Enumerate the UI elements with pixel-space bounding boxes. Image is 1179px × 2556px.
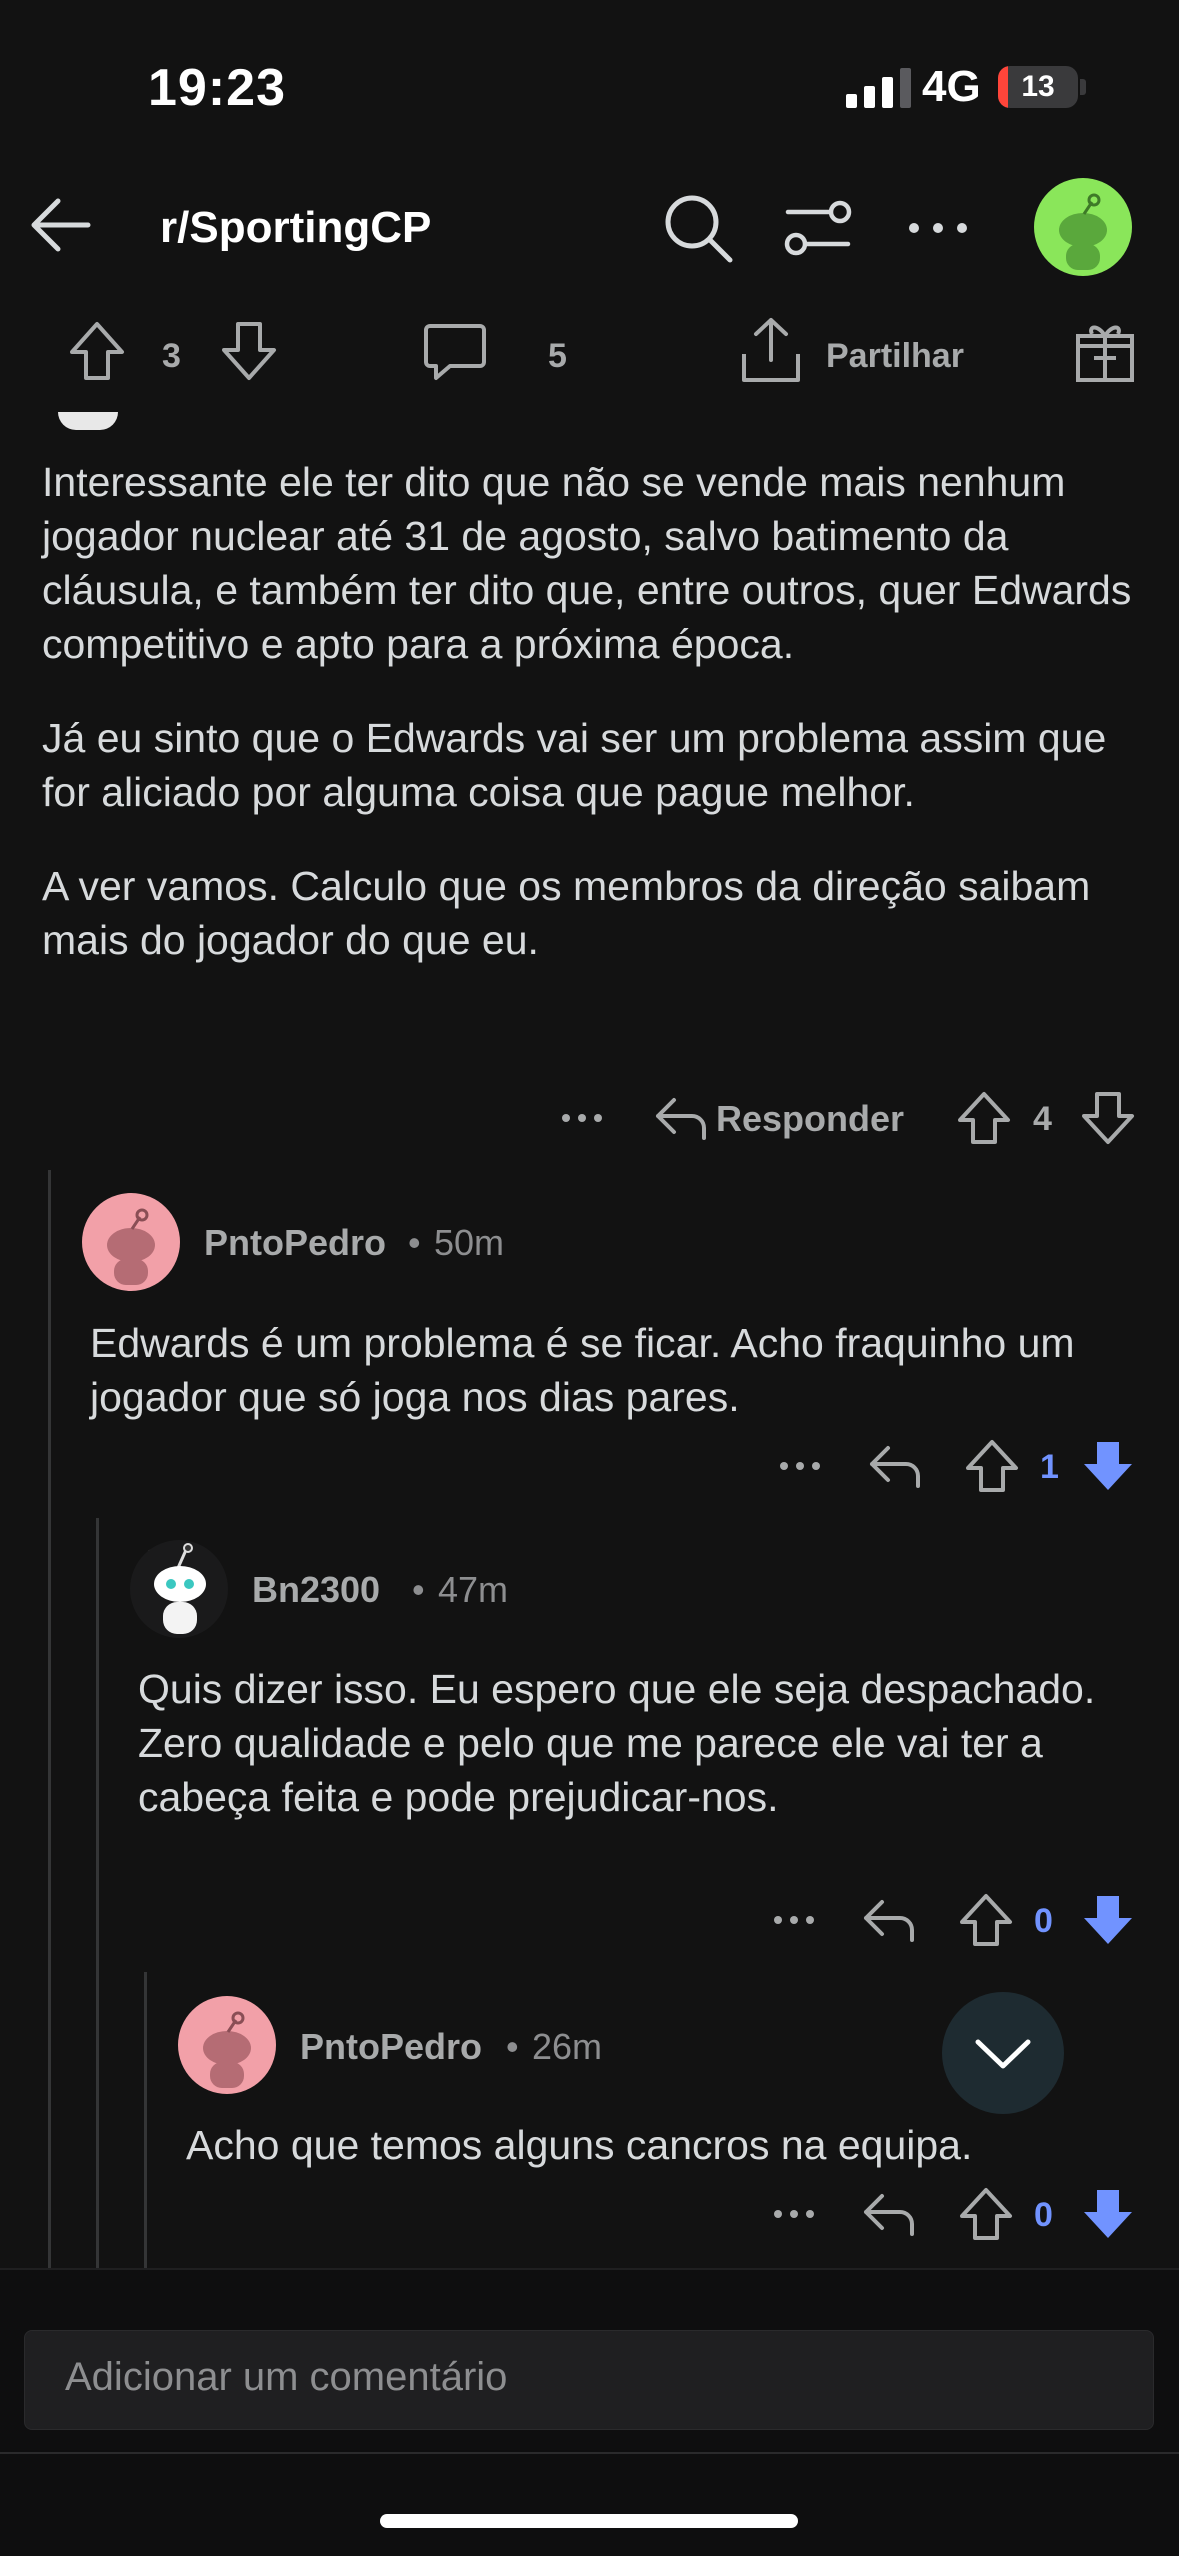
divider: [0, 2452, 1179, 2454]
comment-time: 26m: [532, 2026, 603, 2067]
partial-avatar: [58, 412, 118, 430]
upvote-icon[interactable]: [64, 318, 130, 384]
search-icon[interactable]: [658, 188, 738, 268]
filter-icon[interactable]: [778, 188, 858, 268]
thread-line: [48, 1170, 51, 2268]
comment-time: 50m: [434, 1222, 505, 1263]
separator-dot: •: [412, 1569, 425, 1610]
battery-level: 13: [1021, 70, 1055, 103]
user-avatar[interactable]: [1034, 178, 1132, 276]
upvote-icon[interactable]: [954, 1088, 1014, 1148]
cellular-signal-icon: [846, 68, 911, 108]
comment-username[interactable]: Bn2300: [252, 1569, 380, 1611]
comment-body: Edwards é um problema é se ficar. Acho f…: [90, 1320, 1075, 1420]
snoo-avatar-icon: [136, 1540, 206, 1634]
chevron-down-icon: [975, 2039, 1031, 2069]
snoo-avatar-icon: [203, 2011, 251, 2088]
comment-body: Acho que temos alguns cancros na equipa.: [186, 2122, 973, 2168]
avatar[interactable]: [178, 1996, 276, 2094]
battery-cap: [1080, 79, 1086, 95]
comment-paragraph: A ver vamos. Calculo que os membros da d…: [42, 863, 1091, 963]
reply-icon[interactable]: [858, 2184, 918, 2244]
comment-score: 1: [1040, 1448, 1059, 1486]
next-comment-button[interactable]: [942, 1992, 1064, 2114]
downvote-icon[interactable]: [1078, 2184, 1138, 2244]
comment-username[interactable]: PntoPedro: [204, 1222, 386, 1264]
more-options-icon[interactable]: [770, 1436, 830, 1496]
downvote-icon[interactable]: [1078, 1088, 1138, 1148]
post-score: 3: [162, 337, 181, 375]
home-indicator[interactable]: [380, 2514, 798, 2528]
reply-icon[interactable]: [650, 1088, 710, 1148]
avatar[interactable]: [130, 1540, 228, 1638]
downvote-icon[interactable]: [216, 318, 282, 384]
avatar[interactable]: [82, 1193, 180, 1291]
network-type: 4G: [922, 62, 981, 111]
snoo-avatar-icon: [107, 1208, 155, 1285]
reply-icon[interactable]: [864, 1436, 924, 1496]
comment-body: Quis dizer isso. Eu espero que ele seja …: [138, 1666, 1096, 1820]
comment-score: 0: [1034, 1902, 1053, 1940]
comment-body: Interessante ele ter dito que não se ven…: [42, 455, 1152, 1007]
award-icon[interactable]: [1070, 318, 1140, 384]
comment-score: 4: [1033, 1100, 1052, 1138]
thread-line: [144, 1972, 147, 2268]
reply-icon[interactable]: [858, 1890, 918, 1950]
comment-count: 5: [548, 337, 567, 375]
back-arrow-icon[interactable]: [20, 185, 100, 265]
more-options-icon[interactable]: [552, 1088, 612, 1148]
upvote-icon[interactable]: [962, 1436, 1022, 1496]
downvote-icon[interactable]: [1078, 1890, 1138, 1950]
separator-dot: •: [408, 1222, 421, 1263]
upvote-icon[interactable]: [956, 1890, 1016, 1950]
status-time: 19:23: [148, 59, 286, 117]
battery-indicator: 13: [998, 66, 1078, 108]
separator-dot: •: [506, 2026, 519, 2067]
share-button[interactable]: Partilhar: [826, 337, 964, 376]
more-options-icon[interactable]: [764, 1890, 824, 1950]
thread-line: [96, 1518, 99, 2268]
more-options-icon[interactable]: [764, 2184, 824, 2244]
comment-username[interactable]: PntoPedro: [300, 2026, 482, 2068]
reply-button[interactable]: Responder: [716, 1098, 904, 1140]
snoo-avatar-icon: [1059, 193, 1107, 270]
more-options-icon[interactable]: [898, 188, 978, 268]
comment-score: 0: [1034, 2196, 1053, 2234]
comment-time: 47m: [438, 1569, 509, 1610]
comment-input[interactable]: Adicionar um comentário: [24, 2330, 1154, 2430]
upvote-icon[interactable]: [956, 2184, 1016, 2244]
comment-icon[interactable]: [420, 318, 490, 384]
share-icon[interactable]: [736, 314, 806, 386]
comment-paragraph: Interessante ele ter dito que não se ven…: [42, 459, 1132, 667]
comment-paragraph: Já eu sinto que o Edwards vai ser um pro…: [42, 715, 1107, 815]
downvote-icon[interactable]: [1078, 1436, 1138, 1496]
subreddit-title[interactable]: r/SportingCP: [160, 203, 431, 253]
